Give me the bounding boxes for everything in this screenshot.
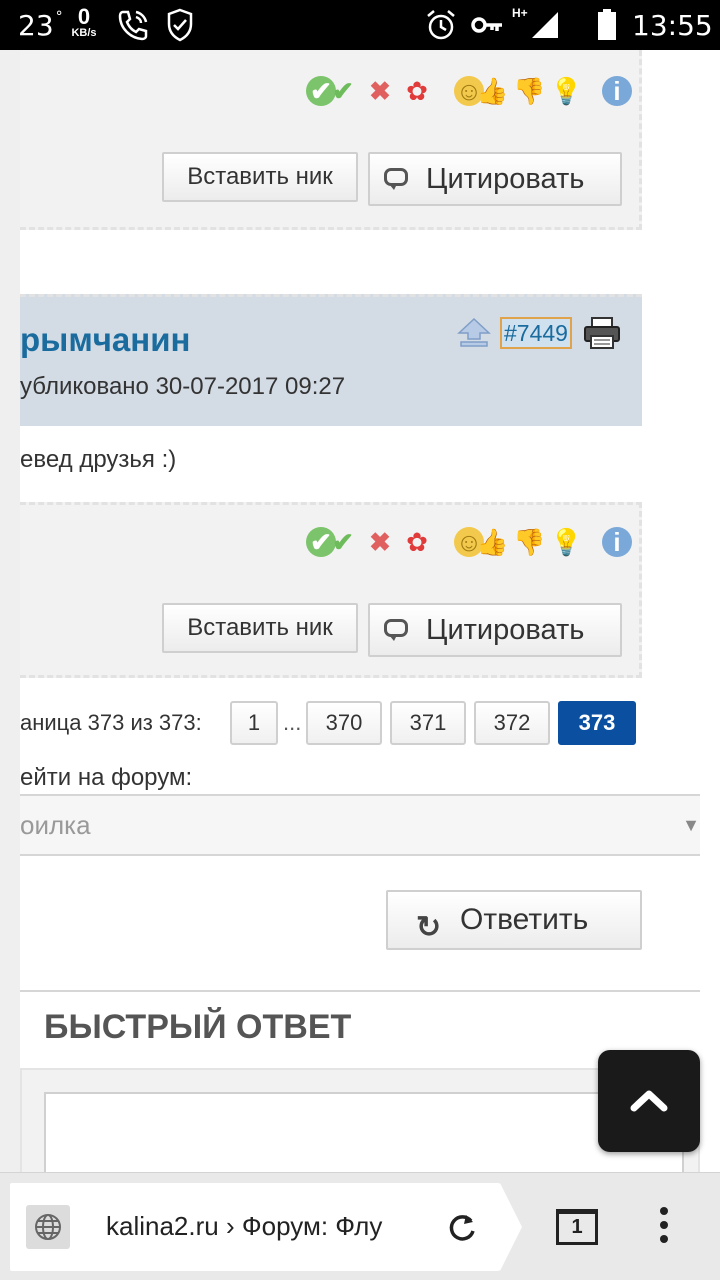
phone-wifi-icon xyxy=(118,10,148,41)
cross-icon[interactable]: ✖ xyxy=(365,76,395,106)
chevron-up-icon xyxy=(630,1090,668,1112)
key-icon xyxy=(471,17,502,33)
insert-nick-button[interactable]: Вставить ник xyxy=(162,152,358,202)
award-icon[interactable]: ✿ xyxy=(402,76,432,106)
tab-switcher-button[interactable]: 1 xyxy=(556,1209,598,1245)
menu-icon[interactable] xyxy=(660,1207,670,1249)
post-footer: ✔ ✔ ✖ ✿ ☺ 👍 👎 💡 i Вставить ник Цитироват… xyxy=(20,502,642,678)
thumbs-down-icon[interactable]: 👎 xyxy=(513,527,545,557)
arrow-up-icon[interactable] xyxy=(456,315,492,351)
quote-button[interactable]: Цитировать xyxy=(368,152,622,206)
browser-toolbar: kalina2.ru › Форум: Флу 1 xyxy=(0,1172,720,1280)
check-icon[interactable]: ✔ xyxy=(328,527,358,557)
award-icon[interactable]: ✿ xyxy=(402,527,432,557)
battery-icon xyxy=(598,9,616,40)
quick-reply-title: БЫСТРЫЙ ОТВЕТ xyxy=(44,1008,352,1046)
previous-post-footer: ✔ ✔ ✖ ✿ ☺ 👍 👎 💡 i Вставить ник Цитироват… xyxy=(20,50,642,230)
forum-jump-select[interactable]: оилка ▼ xyxy=(20,794,700,856)
signal-icon xyxy=(532,12,558,38)
page-link-current[interactable]: 373 xyxy=(558,701,636,745)
status-bar: 23 ° 0 KB/s H+ 13:55 xyxy=(0,0,720,50)
print-icon[interactable] xyxy=(582,315,622,351)
lightbulb-icon[interactable]: 💡 xyxy=(550,527,582,557)
check-circle-icon[interactable]: ✔ xyxy=(291,76,336,106)
thumbs-up-icon[interactable]: 👍 xyxy=(476,76,508,106)
speech-bubble-icon xyxy=(384,168,408,190)
post-body: евед друзья :) xyxy=(20,446,177,473)
insert-nick-button[interactable]: Вставить ник xyxy=(162,603,358,653)
pagination-ellipsis: ... xyxy=(283,710,302,735)
info-icon[interactable]: i xyxy=(587,527,632,557)
address-bar[interactable]: kalina2.ru › Форум: Флу xyxy=(10,1183,522,1271)
post-header: рымчанин убликовано 30-07-2017 09:27 #74… xyxy=(20,294,642,426)
forum-page: ✔ ✔ ✖ ✿ ☺ 👍 👎 💡 i Вставить ник Цитироват… xyxy=(0,50,720,1172)
quote-button-label: Цитировать xyxy=(426,163,585,195)
post-number-link[interactable]: #7449 xyxy=(500,317,572,349)
forum-jump-label: ейти на форум: xyxy=(20,764,193,791)
cross-icon[interactable]: ✖ xyxy=(365,527,395,557)
speech-bubble-icon xyxy=(384,619,408,641)
net-speed: 0 KB/s xyxy=(71,4,97,39)
post-date: убликовано 30-07-2017 09:27 xyxy=(20,373,346,400)
pagination-label: аница 373 из 373: xyxy=(20,710,202,735)
page-link-372[interactable]: 372 xyxy=(474,701,550,745)
page-link-1[interactable]: 1 xyxy=(230,701,278,745)
clock: 13:55 xyxy=(632,9,713,42)
alarm-icon xyxy=(427,10,455,40)
reply-button-label: Ответить xyxy=(460,903,589,936)
smile-icon[interactable]: ☺ xyxy=(439,76,484,106)
site-info-button[interactable] xyxy=(26,1205,70,1249)
page-link-370[interactable]: 370 xyxy=(306,701,382,745)
check-circle-icon[interactable]: ✔ xyxy=(291,527,336,557)
reputation-bar: ✔ ✔ ✖ ✿ ☺ 👍 👎 💡 i xyxy=(291,527,632,559)
page-left-margin xyxy=(0,50,20,1172)
scroll-to-top-button[interactable] xyxy=(598,1050,700,1152)
thumbs-up-icon[interactable]: 👍 xyxy=(476,527,508,557)
forum-jump-value: оилка xyxy=(20,810,91,840)
shield-check-icon xyxy=(167,8,193,42)
thumbs-down-icon[interactable]: 👎 xyxy=(513,76,545,106)
post-author[interactable]: рымчанин xyxy=(20,321,190,359)
reply-button[interactable]: ↻ Ответить xyxy=(386,890,642,950)
page-link-371[interactable]: 371 xyxy=(390,701,466,745)
network-type: H+ xyxy=(512,6,528,20)
quick-reply-textarea[interactable] xyxy=(44,1092,684,1172)
reload-icon[interactable] xyxy=(442,1207,482,1247)
lightbulb-icon[interactable]: 💡 xyxy=(550,76,582,106)
quote-button-label: Цитировать xyxy=(426,614,585,646)
reputation-bar: ✔ ✔ ✖ ✿ ☺ 👍 👎 💡 i xyxy=(291,76,632,108)
refresh-icon: ↻ xyxy=(416,911,442,944)
smile-icon[interactable]: ☺ xyxy=(439,527,484,557)
globe-icon xyxy=(35,1214,61,1240)
check-icon[interactable]: ✔ xyxy=(328,76,358,106)
url-text: kalina2.ru › Форум: Флу xyxy=(106,1211,383,1241)
info-icon[interactable]: i xyxy=(587,76,632,106)
quote-button[interactable]: Цитировать xyxy=(368,603,622,657)
dropdown-arrow-icon: ▼ xyxy=(682,815,700,835)
temperature: 23 ° xyxy=(18,9,63,42)
section-divider xyxy=(20,990,700,992)
